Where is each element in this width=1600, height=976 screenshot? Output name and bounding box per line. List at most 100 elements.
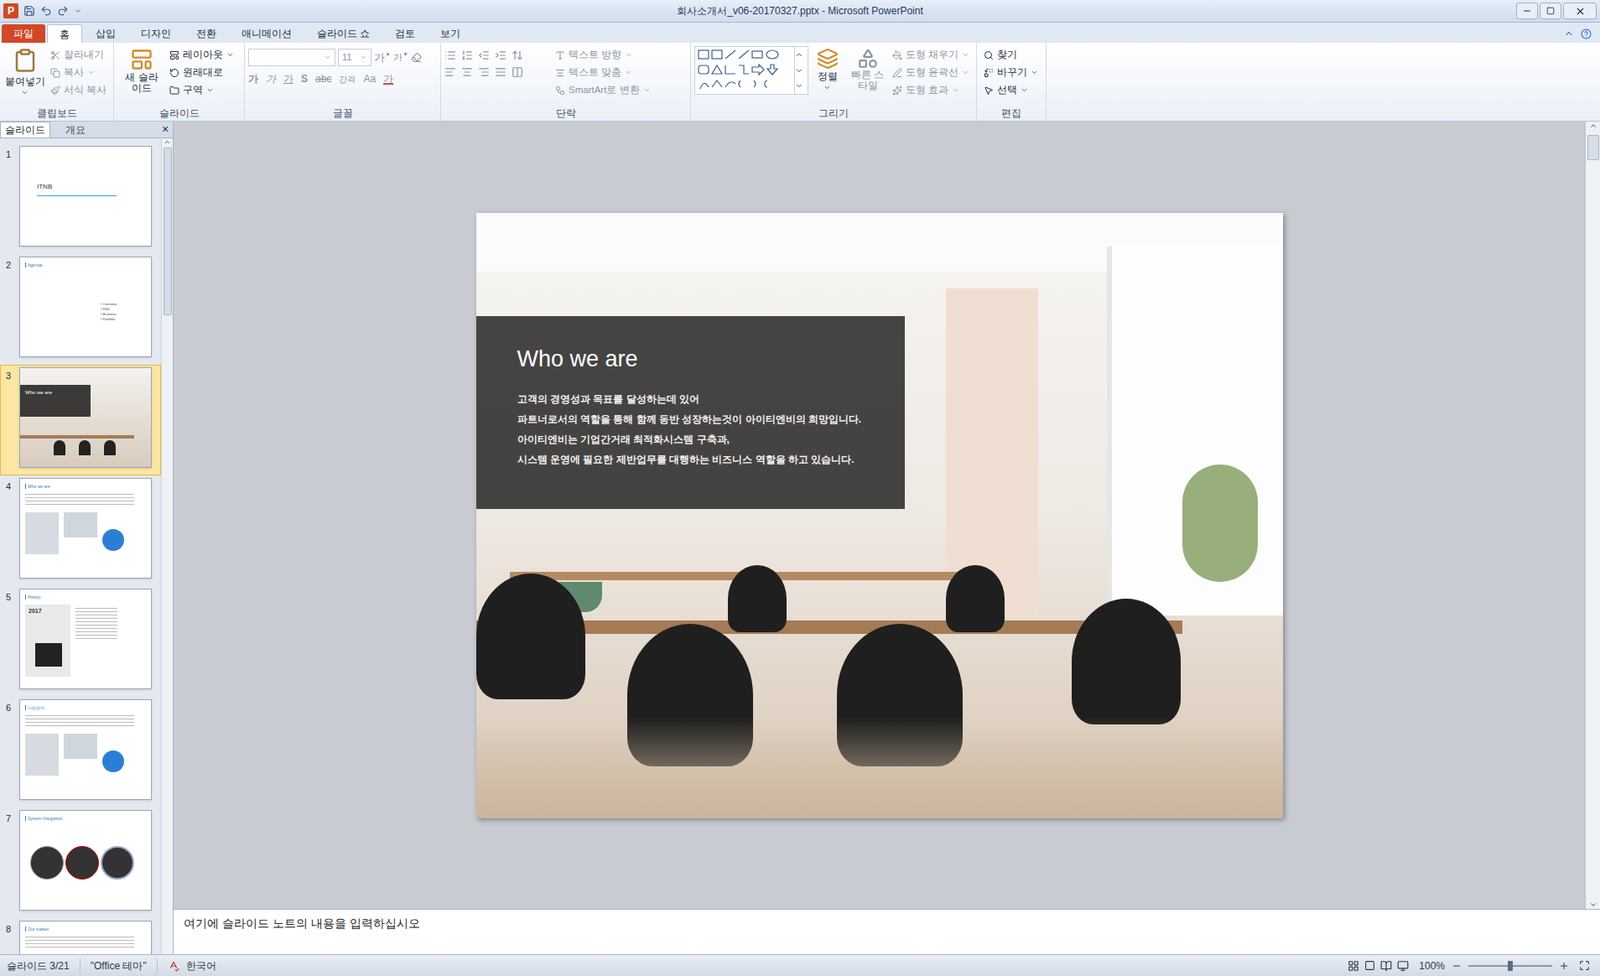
- dropdown-icon: [624, 51, 633, 59]
- zoom-out-icon[interactable]: [1451, 961, 1462, 972]
- reading-view-icon[interactable]: [1380, 960, 1393, 972]
- clipboard-button[interactable]: 잘라내기: [46, 46, 110, 64]
- slides-button[interactable]: 원래대로: [166, 63, 238, 82]
- ribbon-tab[interactable]: 삽입: [83, 24, 128, 43]
- align-left-icon[interactable]: [444, 66, 457, 78]
- slides-button[interactable]: 레이아웃: [166, 46, 238, 64]
- minimize-ribbon-icon[interactable]: [1563, 28, 1575, 39]
- drawing-button[interactable]: 도형 채우기: [888, 46, 973, 64]
- indent-decrease-icon[interactable]: [477, 49, 490, 62]
- thumbnail-title: Our market: [27, 927, 49, 932]
- slides-button[interactable]: 구역: [166, 81, 238, 99]
- drawing-button[interactable]: 도형 윤곽선: [888, 63, 973, 82]
- clipboard-group: 붙여넣기잘라내기복사서식 복사클립보드: [0, 42, 115, 121]
- slide-thumbnail[interactable]: 1ITNB: [0, 143, 162, 255]
- font-format-button[interactable]: 가: [383, 71, 394, 87]
- slides-pane: 슬라이드개요 × 1ITNB2Agenda• Overview• R&D• Busi…: [0, 121, 174, 955]
- close-button[interactable]: [1563, 2, 1597, 20]
- normal-view-icon[interactable]: [1347, 960, 1360, 972]
- clear-format-icon[interactable]: [410, 51, 422, 63]
- shapes-icon: [695, 46, 795, 94]
- slides-group: 새 슬라이드레이아웃원래대로구역슬라이드: [114, 42, 245, 121]
- indent-increase-icon[interactable]: [494, 49, 507, 62]
- font-format-button[interactable]: Aa: [363, 71, 376, 87]
- ribbon-tab[interactable]: 보기: [428, 24, 473, 43]
- quick-styles-button[interactable]: 빠른 스타일: [846, 46, 889, 107]
- ribbon-tab[interactable]: 검토: [383, 24, 427, 43]
- font-format-button[interactable]: abc: [315, 71, 332, 87]
- text-box[interactable]: Who we are고객의 경영성과 목표를 달성하는데 있어파트너로서의 역할…: [476, 316, 905, 510]
- font-format-button[interactable]: 가: [265, 71, 276, 87]
- paragraph-button[interactable]: 텍스트 방향: [551, 46, 655, 64]
- thumbnail-item: • R&D: [100, 307, 117, 312]
- slide[interactable]: Who we are고객의 경영성과 목표를 달성하는데 있어파트너로서의 역할…: [476, 212, 1284, 819]
- editing-button[interactable]: 바꾸기: [980, 63, 1042, 82]
- columns-icon[interactable]: [511, 66, 524, 78]
- justify-icon[interactable]: [494, 66, 507, 78]
- paragraph-button[interactable]: 텍스트 맞춤: [551, 63, 655, 82]
- minimize-button[interactable]: [1516, 2, 1538, 20]
- ribbon-tab[interactable]: 슬라이드 쇼: [305, 24, 382, 43]
- ribbon-tab[interactable]: 디자인: [129, 24, 183, 43]
- ribbon-tab[interactable]: 전환: [184, 24, 229, 43]
- slide-thumbnail[interactable]: 6사업영역: [0, 696, 162, 808]
- thumbnail-year: 2017: [28, 607, 42, 614]
- pane-tab[interactable]: 개요: [50, 121, 101, 138]
- numbering-icon[interactable]: [461, 49, 473, 62]
- slide-thumbnail[interactable]: 2Agenda• Overview• R&D• Business• Portfo…: [0, 254, 162, 365]
- fit-slide-icon[interactable]: [1579, 960, 1590, 972]
- slide-thumbnail[interactable]: 5History2017: [0, 586, 162, 697]
- new-slide-button[interactable]: 새 슬라이드: [117, 46, 167, 107]
- shapes-gallery[interactable]: [694, 46, 809, 95]
- grow-font-button[interactable]: 가▲: [374, 49, 391, 67]
- font-format-button[interactable]: 가: [283, 71, 294, 87]
- slide-thumbnail[interactable]: 7System Integration: [0, 807, 162, 919]
- slide-number: 1: [2, 145, 20, 162]
- zoom-slider[interactable]: [1468, 961, 1553, 972]
- align-center-icon[interactable]: [461, 66, 473, 78]
- clipboard-button[interactable]: 복사: [46, 63, 110, 82]
- drawing-button[interactable]: 도형 효과: [888, 81, 973, 99]
- font-format-button[interactable]: 간격: [338, 72, 356, 86]
- editing-button[interactable]: 찾기: [980, 46, 1042, 64]
- ribbon-tab[interactable]: 애니메이션: [229, 24, 304, 43]
- shrink-font-button[interactable]: 가▼: [393, 50, 409, 65]
- thumbnail-title: 사업영역: [27, 706, 45, 711]
- customize-icon[interactable]: [73, 6, 83, 16]
- pane-close-button[interactable]: ×: [157, 121, 173, 138]
- paste-button[interactable]: 붙여넣기: [3, 46, 47, 107]
- dropdown-icon: [1030, 68, 1039, 77]
- maximize-button[interactable]: [1539, 2, 1562, 20]
- clipboard-button[interactable]: 서식 복사: [46, 81, 110, 99]
- arrange-button[interactable]: 정렬: [808, 46, 847, 107]
- line-spacing-icon[interactable]: [511, 49, 524, 62]
- dropdown-icon: [961, 68, 970, 77]
- help-icon[interactable]: [1580, 28, 1592, 40]
- ribbon-tab[interactable]: 파일: [1, 24, 46, 43]
- slide-thumbnail[interactable]: 3Who we are: [0, 364, 162, 476]
- redo-icon[interactable]: [57, 5, 69, 17]
- slide-thumbnail[interactable]: 4Who we are: [0, 475, 162, 587]
- spellcheck-icon[interactable]: [167, 960, 180, 972]
- font-size-field[interactable]: 11: [337, 48, 372, 67]
- editor-scrollbar[interactable]: [1584, 121, 1600, 910]
- notes-pane[interactable]: 여기에 슬라이드 노트의 내용을 입력하십시오: [173, 909, 1600, 955]
- font-format-button[interactable]: S: [301, 71, 308, 87]
- zoom-in-icon[interactable]: [1558, 961, 1569, 972]
- pane-scrollbar[interactable]: [161, 138, 173, 955]
- font-format-button[interactable]: 가: [248, 71, 259, 87]
- save-icon[interactable]: [23, 5, 36, 17]
- thumbnail-item: • Portfolio: [100, 317, 117, 322]
- sorter-view-icon[interactable]: [1364, 960, 1376, 972]
- paragraph-button[interactable]: SmartArt로 변환: [551, 81, 655, 99]
- editing-button[interactable]: 선택: [980, 81, 1042, 99]
- font-name-field[interactable]: [248, 48, 336, 67]
- slide-thumbnail[interactable]: 8Our market: [0, 918, 162, 955]
- bullets-icon[interactable]: [444, 49, 457, 62]
- pane-tab[interactable]: 슬라이드: [0, 121, 51, 138]
- undo-icon[interactable]: [40, 5, 52, 17]
- slide-text-line: 시스템 운영에 필요한 제반업무를 대행하는 비즈니스 역할을 하고 있습니다.: [517, 449, 892, 470]
- slideshow-icon[interactable]: [1397, 960, 1409, 972]
- ribbon-tab[interactable]: 홈: [46, 24, 83, 43]
- align-right-icon[interactable]: [477, 66, 490, 78]
